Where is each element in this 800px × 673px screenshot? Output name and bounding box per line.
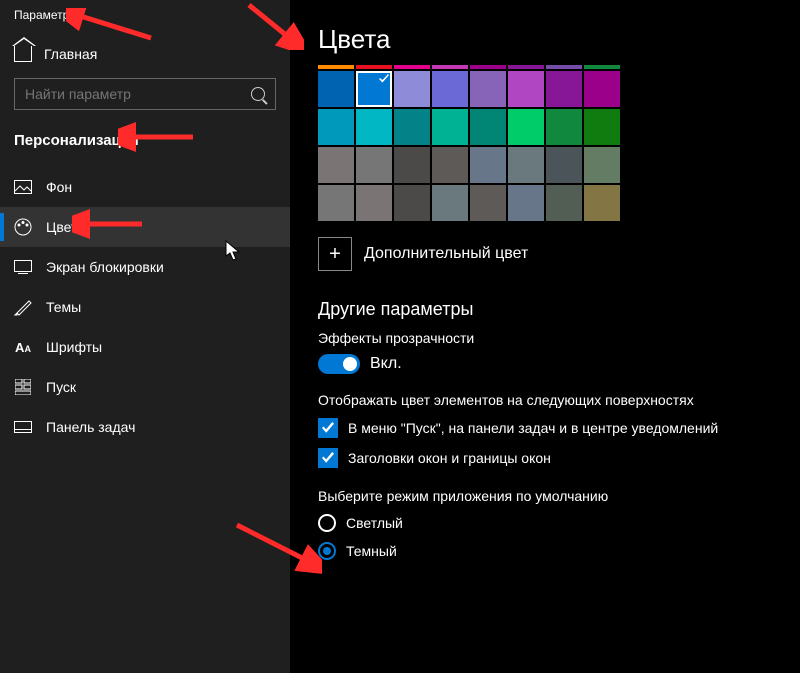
themes-icon (14, 298, 32, 316)
color-swatch[interactable] (356, 185, 392, 221)
start-icon (14, 378, 32, 396)
color-swatch[interactable] (318, 185, 354, 221)
main-panel: Цвета + Дополнительный цвет Другие парам… (290, 0, 800, 673)
color-swatch[interactable] (432, 109, 468, 145)
color-swatch[interactable] (470, 147, 506, 183)
window-title: Параметры (0, 0, 290, 26)
sidebar-item-label: Экран блокировки (46, 259, 164, 275)
color-swatch[interactable] (584, 71, 620, 107)
background-icon (14, 178, 32, 196)
radio-label: Темный (346, 543, 397, 559)
fonts-icon: AA (14, 338, 32, 356)
transparency-state: Вкл. (370, 355, 402, 373)
plus-icon: + (318, 237, 352, 271)
color-swatch[interactable] (508, 109, 544, 145)
section-title: Персонализация (0, 118, 290, 167)
radio-label: Светлый (346, 515, 403, 531)
checkbox-icon (318, 418, 338, 438)
color-swatch[interactable] (470, 109, 506, 145)
color-swatch[interactable] (546, 185, 582, 221)
sidebar-item-fonts[interactable]: AA Шрифты (0, 327, 290, 367)
sidebar: Параметры Главная Персонализация Фон Цве… (0, 0, 290, 673)
custom-color-label: Дополнительный цвет (364, 245, 528, 263)
radio-icon (318, 514, 336, 532)
recent-color (356, 65, 392, 69)
color-swatch[interactable] (546, 71, 582, 107)
color-swatch[interactable] (432, 147, 468, 183)
sidebar-item-label: Цвета (46, 219, 85, 235)
color-swatch[interactable] (356, 71, 392, 107)
color-swatch[interactable] (394, 109, 430, 145)
sidebar-item-background[interactable]: Фон (0, 167, 290, 207)
color-swatch[interactable] (508, 71, 544, 107)
recent-color (432, 65, 468, 69)
sidebar-item-themes[interactable]: Темы (0, 287, 290, 327)
color-swatch[interactable] (546, 147, 582, 183)
color-swatch[interactable] (584, 109, 620, 145)
color-swatch[interactable] (432, 185, 468, 221)
home-icon (14, 46, 32, 62)
color-swatch[interactable] (508, 185, 544, 221)
recent-color (470, 65, 506, 69)
app-mode-label: Выберите режим приложения по умолчанию (318, 488, 800, 504)
color-swatch[interactable] (508, 147, 544, 183)
color-swatch[interactable] (394, 147, 430, 183)
mode-light[interactable]: Светлый (318, 514, 800, 532)
surface-check-titlebars[interactable]: Заголовки окон и границы окон (318, 448, 800, 468)
color-swatch[interactable] (318, 147, 354, 183)
lockscreen-icon (14, 258, 32, 276)
sidebar-item-label: Фон (46, 179, 72, 195)
color-swatch[interactable] (394, 185, 430, 221)
transparency-toggle[interactable] (318, 354, 360, 374)
search-box[interactable] (14, 78, 276, 110)
sidebar-item-lockscreen[interactable]: Экран блокировки (0, 247, 290, 287)
sidebar-item-label: Темы (46, 299, 81, 315)
color-swatch[interactable] (584, 147, 620, 183)
sidebar-item-label: Пуск (46, 379, 76, 395)
home-link[interactable]: Главная (0, 26, 290, 70)
colors-icon (14, 218, 32, 236)
page-title: Цвета (318, 24, 800, 55)
color-swatch[interactable] (470, 71, 506, 107)
sidebar-item-taskbar[interactable]: Панель задач (0, 407, 290, 447)
custom-color-button[interactable]: + Дополнительный цвет (318, 237, 528, 271)
checkbox-label: Заголовки окон и границы окон (348, 450, 551, 466)
color-swatch[interactable] (356, 147, 392, 183)
recent-color (318, 65, 354, 69)
transparency-toggle-row: Вкл. (318, 354, 800, 374)
sidebar-item-start[interactable]: Пуск (0, 367, 290, 407)
sidebar-item-colors[interactable]: Цвета (0, 207, 290, 247)
color-grid (318, 71, 800, 221)
more-options-heading: Другие параметры (318, 299, 800, 320)
color-swatch[interactable] (584, 185, 620, 221)
recent-color (546, 65, 582, 69)
color-swatch[interactable] (470, 185, 506, 221)
search-input[interactable] (25, 86, 251, 102)
checkbox-label: В меню "Пуск", на панели задач и в центр… (348, 420, 718, 436)
checkbox-icon (318, 448, 338, 468)
recent-color (394, 65, 430, 69)
sidebar-item-label: Шрифты (46, 339, 102, 355)
mode-dark[interactable]: Темный (318, 542, 800, 560)
recent-color (508, 65, 544, 69)
sidebar-item-label: Панель задач (46, 419, 135, 435)
home-label: Главная (44, 46, 97, 62)
color-swatch[interactable] (394, 71, 430, 107)
radio-icon (318, 542, 336, 560)
surface-label: Отображать цвет элементов на следующих п… (318, 392, 800, 408)
color-swatch[interactable] (356, 109, 392, 145)
surface-check-start[interactable]: В меню "Пуск", на панели задач и в центр… (318, 418, 800, 438)
color-swatch[interactable] (432, 71, 468, 107)
color-swatch[interactable] (318, 109, 354, 145)
search-icon (251, 87, 265, 101)
transparency-label: Эффекты прозрачности (318, 330, 800, 346)
color-swatch[interactable] (318, 71, 354, 107)
recent-colors-row (318, 65, 800, 69)
color-swatch[interactable] (546, 109, 582, 145)
recent-color (584, 65, 620, 69)
taskbar-icon (14, 418, 32, 436)
